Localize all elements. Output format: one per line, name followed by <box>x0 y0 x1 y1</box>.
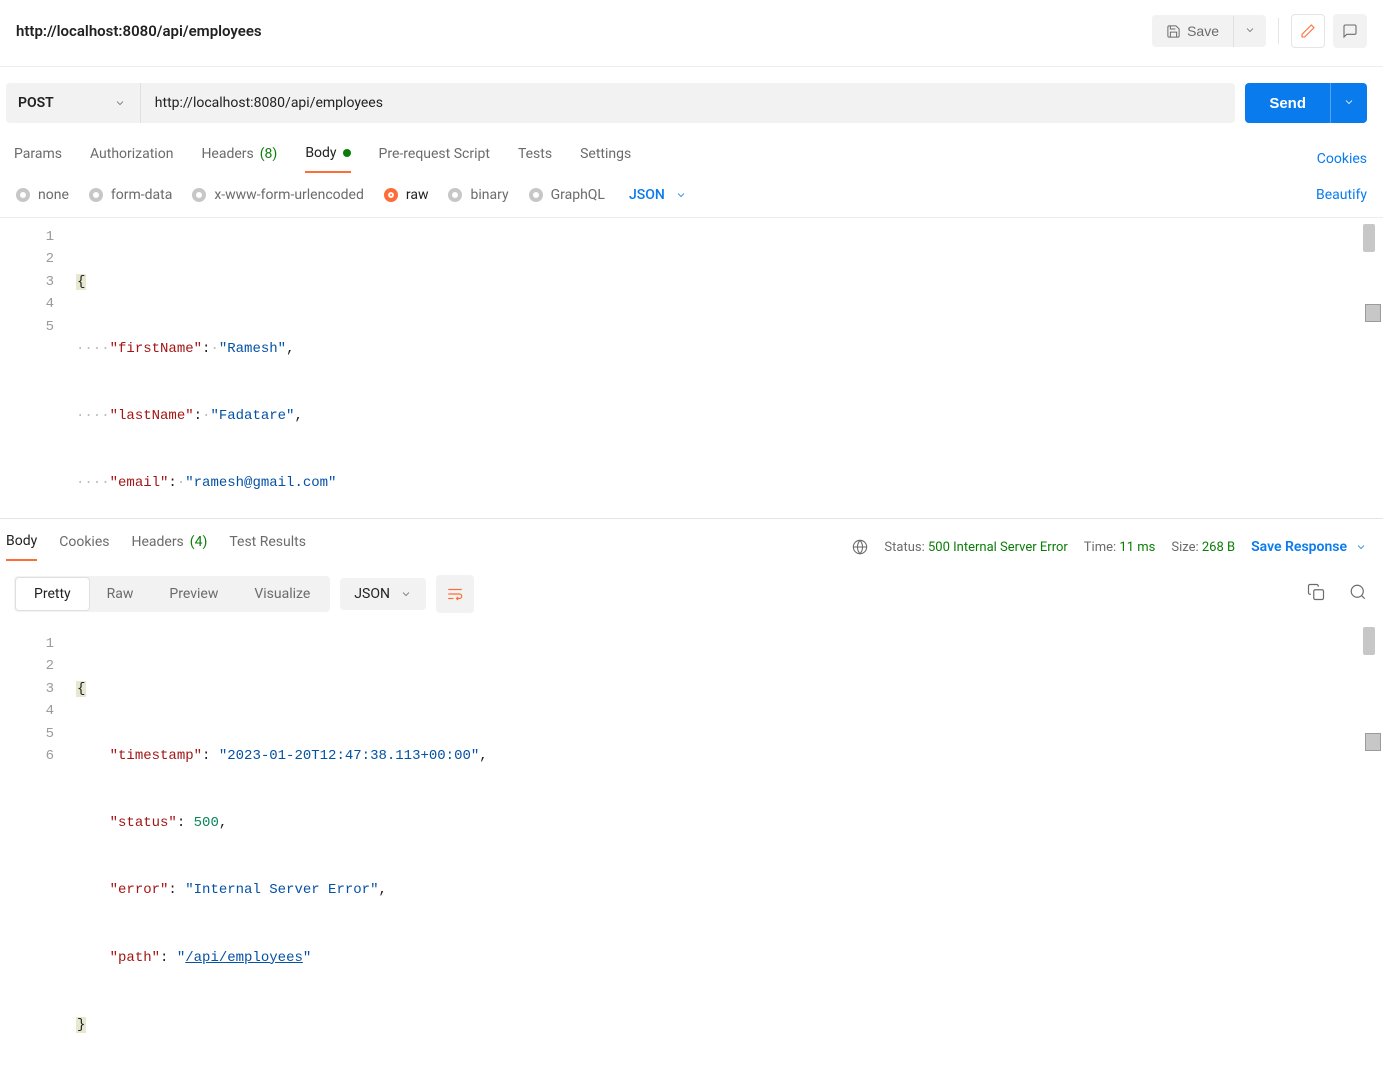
search-icon <box>1349 583 1367 601</box>
response-format-select[interactable]: JSON <box>340 578 426 610</box>
tab-authorization[interactable]: Authorization <box>90 145 173 173</box>
response-meta: Status: 500 Internal Server Error Time: … <box>852 539 1367 555</box>
radio-icon <box>448 188 462 202</box>
method-value: POST <box>18 95 54 111</box>
separator <box>1278 18 1279 44</box>
radio-icon <box>16 188 30 202</box>
resp-minimap-viewport[interactable] <box>1365 733 1381 751</box>
status-group[interactable]: Status: 500 Internal Server Error <box>884 540 1067 555</box>
cookies-link[interactable]: Cookies <box>1317 151 1367 167</box>
resp-tab-body[interactable]: Body <box>6 533 37 561</box>
code-area[interactable]: { ····"firstName":·"Ramesh", ····"lastNa… <box>68 218 1383 518</box>
response-toolbar: Pretty Raw Preview Visualize JSON <box>0 561 1383 625</box>
chevron-down-icon <box>1343 96 1355 108</box>
request-bar: POST http://localhost:8080/api/employees… <box>0 67 1383 123</box>
tab-params[interactable]: Params <box>14 145 62 173</box>
body-dirty-dot-icon <box>343 149 351 157</box>
body-format-select[interactable]: JSON <box>629 187 687 203</box>
comment-button[interactable] <box>1333 14 1367 48</box>
view-pretty[interactable]: Pretty <box>16 578 89 610</box>
response-tabs: Body Cookies Headers (4) Test Results St… <box>0 519 1383 561</box>
chevron-down-icon <box>1244 24 1256 36</box>
tab-body[interactable]: Body <box>305 145 350 173</box>
radio-icon <box>529 188 543 202</box>
body-type-xwww[interactable]: x-www-form-urlencoded <box>192 187 364 203</box>
radio-icon <box>89 188 103 202</box>
save-button-group: Save <box>1152 15 1266 47</box>
body-type-none[interactable]: none <box>16 187 69 203</box>
method-url-group: POST http://localhost:8080/api/employees <box>6 83 1235 123</box>
resp-tab-headers[interactable]: Headers (4) <box>131 534 207 560</box>
resp-headers-count: (4) <box>190 534 208 550</box>
tab-headers-label: Headers <box>201 146 253 162</box>
request-tabs-left: Params Authorization Headers (8) Body Pr… <box>14 145 631 173</box>
resp-headers-label: Headers <box>131 534 183 550</box>
edit-button[interactable] <box>1291 14 1325 48</box>
send-button-group: Send <box>1245 83 1367 123</box>
body-type-raw[interactable]: raw <box>384 187 429 203</box>
save-button[interactable]: Save <box>1152 15 1233 47</box>
resp-gutter: 123456 <box>0 625 68 845</box>
tab-prerequest[interactable]: Pre-request Script <box>379 145 490 173</box>
globe-icon <box>852 539 868 555</box>
save-response-label: Save Response <box>1251 539 1347 555</box>
size-group[interactable]: Size: 268 B <box>1171 540 1235 555</box>
response-view-segctl: Pretty Raw Preview Visualize <box>14 576 330 612</box>
method-select[interactable]: POST <box>6 83 141 123</box>
view-visualize[interactable]: Visualize <box>236 578 328 610</box>
pencil-icon <box>1300 23 1316 39</box>
view-raw[interactable]: Raw <box>89 578 152 610</box>
save-dropdown[interactable] <box>1233 16 1266 47</box>
resp-tab-cookies[interactable]: Cookies <box>59 534 109 560</box>
header-actions: Save <box>1152 14 1367 48</box>
search-response-button[interactable] <box>1349 583 1367 605</box>
tab-headers[interactable]: Headers (8) <box>201 145 277 173</box>
tab-headers-count: (8) <box>260 146 278 162</box>
tab-body-label: Body <box>305 145 336 161</box>
comment-icon <box>1342 23 1358 39</box>
response-format-value: JSON <box>354 586 390 602</box>
save-label: Save <box>1187 23 1219 39</box>
wrap-lines-button[interactable] <box>436 575 474 613</box>
save-icon <box>1166 24 1181 39</box>
chevron-down-icon <box>400 588 412 600</box>
view-preview[interactable]: Preview <box>151 578 236 610</box>
wrap-icon <box>446 585 464 603</box>
resp-scrollbar-thumb[interactable] <box>1363 627 1375 655</box>
chevron-down-icon <box>1355 541 1367 553</box>
tab-tests[interactable]: Tests <box>518 145 552 173</box>
resp-code-area[interactable]: { "timestamp": "2023-01-20T12:47:38.113+… <box>68 625 1383 845</box>
body-type-row: none form-data x-www-form-urlencoded raw… <box>0 173 1383 218</box>
radio-icon <box>384 188 398 202</box>
request-header: http://localhost:8080/api/employees Save <box>0 0 1383 67</box>
scrollbar-thumb[interactable] <box>1363 224 1375 252</box>
chevron-down-icon <box>114 97 126 109</box>
copy-response-button[interactable] <box>1307 583 1325 605</box>
body-type-graphql[interactable]: GraphQL <box>529 187 605 203</box>
body-type-formdata[interactable]: form-data <box>89 187 172 203</box>
request-tabs: Params Authorization Headers (8) Body Pr… <box>0 123 1383 173</box>
chevron-down-icon <box>675 189 687 201</box>
resp-tab-testresults[interactable]: Test Results <box>229 534 306 560</box>
body-type-binary[interactable]: binary <box>448 187 508 203</box>
url-input[interactable]: http://localhost:8080/api/employees <box>141 83 1236 123</box>
minimap-viewport[interactable] <box>1365 304 1381 322</box>
time-group[interactable]: Time: 11 ms <box>1084 540 1156 555</box>
send-dropdown[interactable] <box>1330 83 1367 123</box>
radio-icon <box>192 188 206 202</box>
send-button[interactable]: Send <box>1245 83 1330 123</box>
request-body-editor[interactable]: 12345 { ····"firstName":·"Ramesh", ····"… <box>0 218 1383 518</box>
beautify-link[interactable]: Beautify <box>1316 187 1367 203</box>
copy-icon <box>1307 583 1325 601</box>
gutter: 12345 <box>0 218 68 518</box>
save-response-button[interactable]: Save Response <box>1251 539 1367 555</box>
response-toolbar-right <box>1307 583 1367 605</box>
request-title: http://localhost:8080/api/employees <box>16 22 262 40</box>
response-body-editor[interactable]: 123456 { "timestamp": "2023-01-20T12:47:… <box>0 625 1383 845</box>
tab-settings[interactable]: Settings <box>580 145 631 173</box>
body-format-value: JSON <box>629 187 665 203</box>
